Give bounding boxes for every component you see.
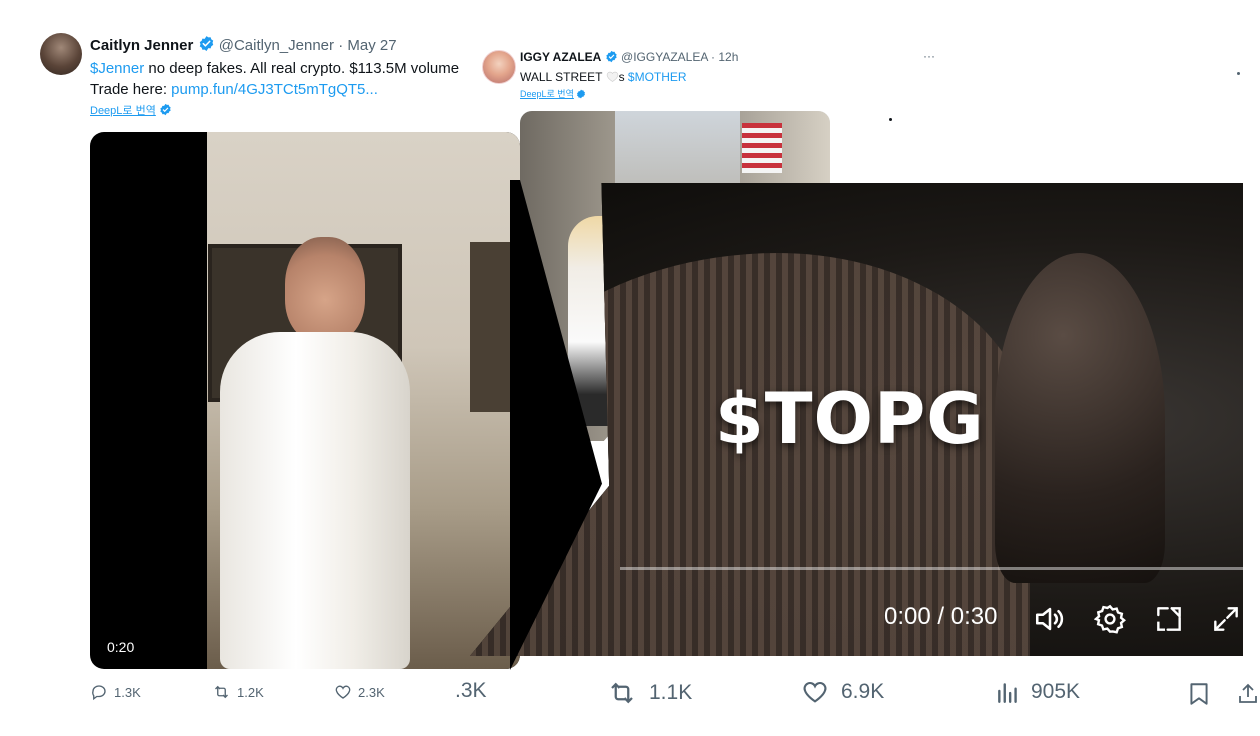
retweet-button[interactable]: 1.2K bbox=[212, 683, 264, 701]
verified-badge-icon bbox=[199, 36, 213, 51]
tweet1-text: $Jenner no deep fakes. All real crypto. … bbox=[90, 58, 472, 100]
settings-icon[interactable] bbox=[1094, 603, 1126, 635]
bookmark-icon[interactable] bbox=[1186, 679, 1212, 709]
translate-link-2[interactable]: DeepL로 번역 bbox=[520, 87, 586, 100]
reply-count-large: .3K bbox=[455, 679, 487, 702]
translate-label[interactable]: DeepL로 번역 bbox=[90, 105, 156, 117]
reply-button[interactable]: 1.3K bbox=[90, 683, 141, 701]
fullscreen-icon[interactable] bbox=[1210, 603, 1242, 635]
retweet-count: 1.2K bbox=[237, 684, 264, 700]
deepl-badge-icon bbox=[160, 103, 171, 116]
translate-link[interactable]: DeepL로 번역 bbox=[90, 102, 172, 118]
tweet-text-line2: Trade here: bbox=[90, 81, 172, 98]
retweet-count-large: 1.1K bbox=[649, 681, 693, 704]
iggy-name[interactable]: IGGY AZALEA bbox=[520, 50, 601, 64]
more-options-icon[interactable]: ··· bbox=[923, 49, 935, 63]
author-handle[interactable]: @Caitlyn_Jenner bbox=[219, 37, 334, 54]
iggy-handle[interactable]: @IGGYAZALEA bbox=[621, 50, 708, 64]
like-button-large[interactable]: 6.9K bbox=[801, 678, 884, 706]
views-icon bbox=[998, 683, 1017, 703]
tweet2-time[interactable]: 12h bbox=[718, 50, 738, 64]
dot bbox=[1237, 72, 1240, 75]
tweet2-text-start: WALL STREET bbox=[520, 70, 606, 84]
progress-track[interactable] bbox=[620, 567, 1243, 570]
tweet1-header: Caitlyn Jenner @Caitlyn_Jenner · May 27 bbox=[90, 35, 397, 54]
person-robe bbox=[220, 332, 410, 669]
separator-dot: · bbox=[711, 50, 716, 64]
pip-icon[interactable] bbox=[1153, 603, 1185, 635]
views-count: 905K bbox=[1031, 680, 1081, 703]
avatar-iggy[interactable] bbox=[482, 50, 516, 84]
avatar-caitlyn[interactable] bbox=[40, 33, 82, 75]
retweet-button-large[interactable]: 1.1K bbox=[607, 678, 692, 708]
tweet2-text: WALL STREET s $MOTHER bbox=[520, 70, 687, 84]
translate-label-2[interactable]: DeepL로 번역 bbox=[520, 89, 574, 99]
like-icon bbox=[803, 681, 827, 703]
separator-dot: · bbox=[338, 37, 344, 54]
tweet2-text-middle: s bbox=[618, 70, 628, 84]
volume-icon[interactable] bbox=[1033, 602, 1067, 636]
like-icon bbox=[335, 685, 351, 699]
time-display: 0:00 / 0:30 bbox=[884, 603, 998, 630]
tweet-text: no deep fakes. All real crypto. $113.5M … bbox=[144, 60, 460, 77]
silhouette bbox=[995, 253, 1165, 583]
reply-button-large[interactable]: .3K bbox=[455, 679, 487, 703]
cashtag-jenner[interactable]: $Jenner bbox=[90, 60, 144, 77]
tweet2-header: IGGY AZALEA @IGGYAZALEA · 12h bbox=[520, 50, 738, 64]
like-button[interactable]: 2.3K bbox=[334, 683, 385, 701]
flag bbox=[742, 123, 782, 173]
video-time: 0:20 bbox=[107, 639, 135, 655]
deepl-badge-icon bbox=[577, 89, 586, 99]
like-count-large: 6.9K bbox=[841, 680, 885, 703]
verified-badge-icon bbox=[606, 50, 617, 63]
views-button[interactable]: 905K bbox=[995, 678, 1080, 706]
author-name[interactable]: Caitlyn Jenner bbox=[90, 37, 193, 54]
reply-count: 1.3K bbox=[114, 684, 141, 700]
tweet-date[interactable]: May 27 bbox=[347, 37, 396, 54]
video-player-jenner[interactable]: 0:20 bbox=[90, 132, 520, 669]
dot bbox=[889, 118, 892, 121]
white-heart-icon bbox=[606, 71, 618, 82]
video-title: $TOPG bbox=[715, 378, 985, 460]
person-head bbox=[285, 237, 365, 342]
like-count: 2.3K bbox=[358, 684, 385, 700]
pump-link[interactable]: pump.fun/4GJ3TCt5mTgQT5... bbox=[171, 81, 378, 98]
reply-icon bbox=[92, 685, 106, 701]
cashtag-mother[interactable]: $MOTHER bbox=[628, 70, 687, 84]
retweet-icon bbox=[215, 685, 228, 699]
share-icon[interactable] bbox=[1236, 679, 1260, 709]
retweet-icon bbox=[611, 682, 633, 704]
